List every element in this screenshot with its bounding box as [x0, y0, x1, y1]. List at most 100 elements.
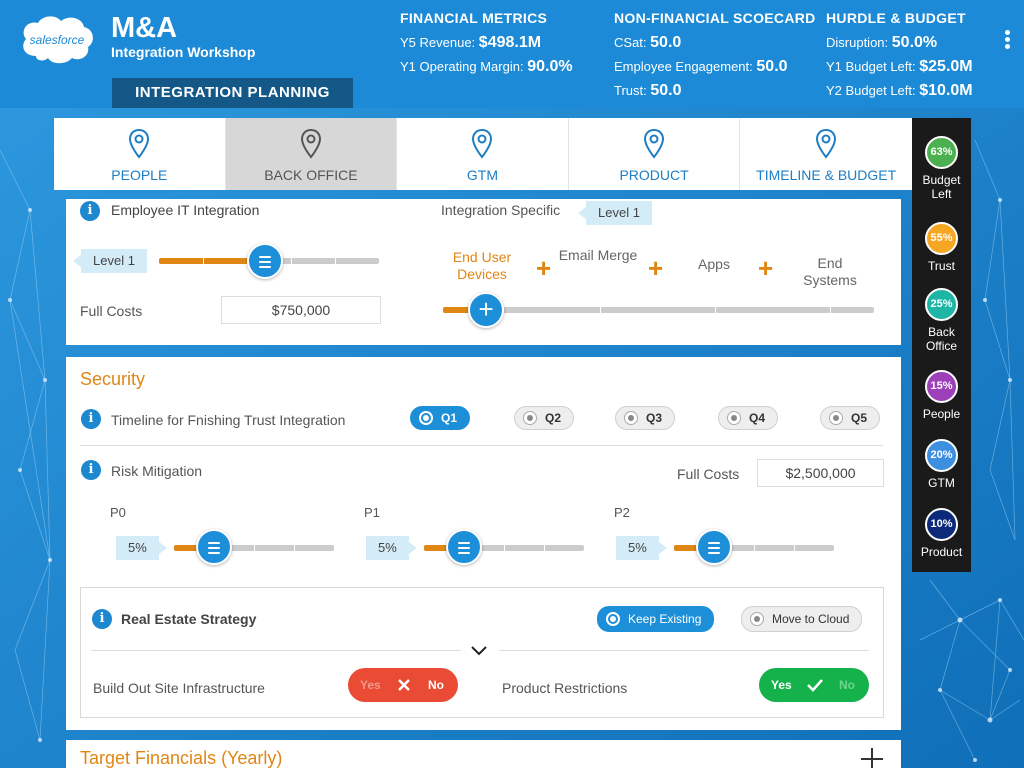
radio-q2[interactable]: Q2 — [514, 406, 575, 430]
security-panel: Security i Timeline for Fnishing Trust I… — [66, 357, 901, 730]
slider-handle[interactable] — [696, 529, 732, 565]
metric-value: 90.0% — [527, 58, 573, 75]
security-title: Security — [80, 369, 146, 389]
timeline-label: Timeline for Fnishing Trust Integration — [111, 412, 346, 428]
chevron-down-icon[interactable] — [470, 645, 488, 657]
integration-specific-title: Integration Specific — [441, 202, 561, 218]
real-estate-box: i Real Estate Strategy Keep Existing Mov… — [80, 587, 884, 718]
tab-gtm[interactable]: GTM — [397, 118, 569, 190]
radio-label: Q4 — [749, 411, 766, 425]
plus-icon: + — [536, 253, 552, 283]
metric-row: CSat: 50.0 — [614, 34, 816, 58]
sidebar-item-label: GTM — [928, 476, 955, 490]
more-menu-icon[interactable] — [1002, 30, 1012, 54]
radio-keep-existing[interactable]: Keep Existing — [597, 606, 715, 632]
product-restrictions-label: Product Restrictions — [502, 680, 628, 696]
it-full-costs-field[interactable]: $750,000 — [221, 296, 381, 324]
info-icon[interactable]: i — [80, 201, 100, 221]
option-end-systems[interactable]: End Systems — [790, 255, 870, 289]
integration-planning-banner: INTEGRATION PLANNING — [112, 78, 353, 108]
radio-q4[interactable]: Q4 — [718, 406, 779, 430]
slider-handle[interactable] — [196, 529, 232, 565]
salesforce-logo: salesforce — [23, 16, 93, 64]
score-badge: 15% — [925, 370, 958, 403]
target-financials-panel[interactable]: Target Financials (Yearly) — [66, 740, 901, 768]
expand-plus-icon[interactable] — [861, 748, 883, 768]
score-badge: 55% — [925, 222, 958, 255]
toggle-yes-label: Yes — [771, 678, 792, 692]
build-out-toggle[interactable]: Yes No — [348, 668, 458, 702]
radio-label: Q5 — [851, 411, 868, 425]
info-icon[interactable]: i — [92, 609, 112, 629]
option-apps[interactable]: Apps — [674, 256, 754, 273]
logo-text: salesforce — [30, 33, 85, 47]
plus-icon: + — [648, 253, 664, 283]
metric-row: Y5 Revenue: $498.1M — [400, 34, 573, 58]
metric-value: $10.0M — [919, 82, 973, 99]
radio-q3[interactable]: Q3 — [615, 406, 676, 430]
radio-label: Q2 — [545, 411, 562, 425]
priority-value-tag: 5% — [366, 536, 417, 560]
score-sidebar: 63% Budget Left 55% Trust 25% Back Offic… — [912, 118, 971, 572]
radio-q1[interactable]: Q1 — [410, 406, 471, 430]
sidebar-item-label: Budget Left — [922, 173, 961, 201]
sidebar-item-trust: 55% Trust — [912, 222, 971, 273]
metric-value: $25.0M — [919, 58, 973, 75]
radio-label: Move to Cloud — [772, 612, 850, 626]
hurdle-heading: HURDLE & BUDGET — [826, 10, 966, 26]
info-icon[interactable]: i — [81, 409, 101, 429]
sidebar-item-label: Trust — [928, 259, 955, 273]
tab-label: BACK OFFICE — [264, 167, 358, 183]
slider-handle[interactable] — [446, 529, 482, 565]
metric-label: Employee Engagement: — [614, 59, 753, 74]
metric-value: 50.0% — [891, 34, 938, 51]
metric-label: Y1 Operating Margin: — [400, 59, 524, 74]
metric-row: Y1 Budget Left: $25.0M — [826, 58, 973, 82]
option-end-user-devices[interactable]: End User Devices — [442, 249, 522, 283]
employee-it-title: Employee IT Integration — [111, 202, 260, 218]
radio-label: Q3 — [646, 411, 663, 425]
location-pin-icon — [816, 128, 837, 159]
non-financial-scorecard: NON-FINANCIAL SCOECARD CSat: 50.0 Employ… — [614, 10, 816, 106]
metric-label: CSat: — [614, 35, 647, 50]
radio-move-to-cloud[interactable]: Move to Cloud — [741, 606, 863, 632]
security-full-costs-field[interactable]: $2,500,000 — [757, 459, 884, 487]
metric-row: Y1 Operating Margin: 90.0% — [400, 58, 573, 82]
tab-label: TIMELINE & BUDGET — [756, 167, 897, 183]
product-restrictions-toggle[interactable]: Yes No — [759, 668, 869, 702]
priority-label: P1 — [364, 505, 380, 520]
info-icon[interactable]: i — [81, 460, 101, 480]
metric-label: Y5 Revenue: — [400, 35, 476, 50]
slider-handle-plus[interactable]: + — [468, 292, 505, 328]
tab-people[interactable]: PEOPLE — [54, 118, 226, 190]
slider-handle[interactable] — [246, 243, 283, 279]
tab-back-office[interactable]: BACK OFFICE — [225, 118, 398, 190]
option-email-merge[interactable]: Email Merge — [558, 247, 638, 264]
financial-metrics-heading: FINANCIAL METRICS — [400, 10, 548, 26]
it-integration-panel: i Employee IT Integration Level 1 Full C… — [66, 199, 901, 345]
priority-value-tag: 5% — [616, 536, 667, 560]
hurdle-budget: HURDLE & BUDGET Disruption: 50.0% Y1 Bud… — [826, 10, 973, 106]
location-pin-icon — [472, 128, 493, 159]
app-title: M&A — [111, 12, 178, 44]
metric-row: Trust: 50.0 — [614, 82, 816, 106]
metric-value: $498.1M — [478, 34, 542, 51]
tab-product[interactable]: PRODUCT — [569, 118, 741, 190]
integration-specific-slider[interactable] — [443, 307, 874, 313]
toggle-no-label: No — [428, 678, 444, 692]
target-financials-title: Target Financials (Yearly) — [80, 748, 283, 768]
divider — [91, 650, 461, 651]
sidebar-item-product: 10% Product — [912, 508, 971, 559]
full-costs-label: Full Costs — [80, 303, 143, 319]
tab-label: PEOPLE — [111, 167, 168, 183]
radio-q5[interactable]: Q5 — [820, 406, 881, 430]
location-pin-icon — [300, 128, 321, 159]
location-pin-icon — [644, 128, 665, 159]
header-bar: salesforce M&A Integration Workshop INTE… — [0, 0, 1024, 108]
score-badge: 63% — [925, 136, 958, 169]
real-estate-label: Real Estate Strategy — [121, 611, 257, 627]
tab-timeline-budget[interactable]: TIMELINE & BUDGET — [740, 118, 912, 190]
radio-label: Q1 — [441, 411, 458, 425]
score-badge: 10% — [925, 508, 958, 541]
metric-row: Y2 Budget Left: $10.0M — [826, 82, 973, 106]
